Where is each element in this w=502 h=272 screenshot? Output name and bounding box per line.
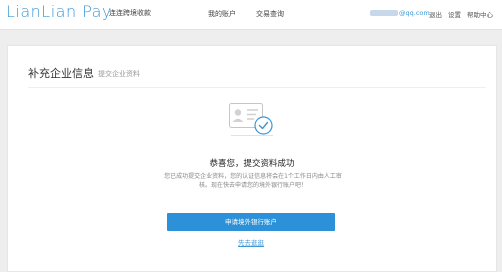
main-card: 补充企业信息 提交企业资料 恭喜您，提交资料成功 您已成功提交企业资料，您的认证… (7, 45, 497, 272)
apply-overseas-bank-account-button[interactable]: 申请境外银行账户 (167, 213, 335, 231)
nav-my-account[interactable]: 我的账户 (208, 9, 236, 19)
title-divider (28, 87, 486, 88)
id-card-verified-icon (229, 103, 273, 136)
user-email-domain: @qq.com (399, 9, 430, 17)
settings-link[interactable]: 设置 (448, 9, 461, 19)
redacted-email-prefix (370, 10, 398, 16)
browse-first-link[interactable]: 先去逛逛 (8, 237, 494, 247)
lianlian-pay-logo[interactable]: LianLian Pay (6, 4, 112, 20)
help-center-link[interactable]: 帮助中心 (467, 9, 493, 19)
user-email[interactable]: @qq.com (370, 9, 430, 17)
top-header: LianLian Pay 连连跨境收款 我的账户 交易查询 @qq.com 退出… (0, 0, 502, 30)
success-title: 恭喜您，提交资料成功 (209, 159, 295, 169)
success-description: 您已成功提交企业资料，您的认证信息将会在1个工作日内由人工审核。现在快去申请您的… (164, 173, 342, 189)
page-title: 补充企业信息 (28, 67, 94, 80)
nav-transaction-query[interactable]: 交易查询 (256, 9, 284, 19)
page-subtitle: 提交企业资料 (98, 70, 140, 78)
logout-link[interactable]: 退出 (429, 9, 442, 19)
logo-tagline: 连连跨境收款 (109, 9, 151, 17)
